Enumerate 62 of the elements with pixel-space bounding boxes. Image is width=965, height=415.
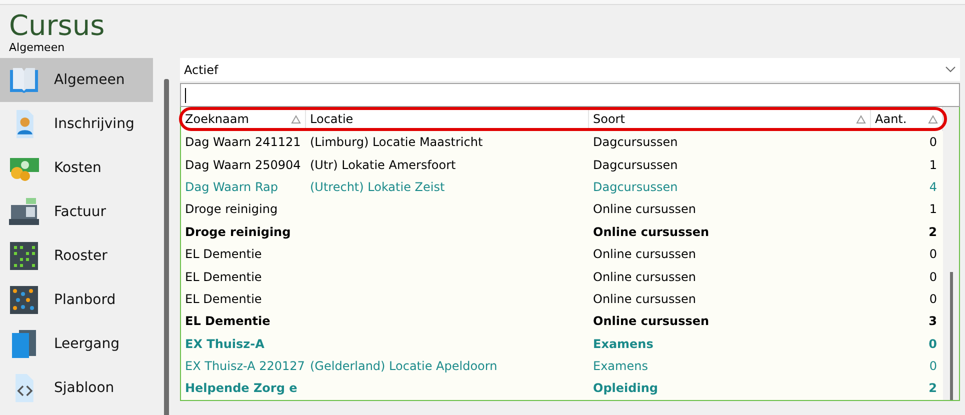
table-cell-text: EL Dementie <box>184 270 263 284</box>
table-cell-text: Dagcursussen <box>592 158 679 172</box>
table-cell-text: 0 <box>928 359 938 374</box>
table-cell-text: Online cursussen <box>592 292 698 306</box>
status-dropdown[interactable]: Actief <box>180 58 960 81</box>
sidebar-item[interactable]: Sjabloon <box>0 366 153 410</box>
table-cell-text: (Utrecht) Lokatie Zeist <box>309 180 446 194</box>
dot-grid-icon <box>8 241 40 271</box>
sidebar-item[interactable]: Rooster <box>0 234 153 278</box>
table-cell-text: EL Dementie <box>184 314 272 328</box>
table-cell-text: Droge reiniging <box>184 224 292 239</box>
table-cell-text: (Utr) Lokatie Amersfoort <box>309 158 457 172</box>
table-cell-text: (Gelderland) Locatie Apeldoorn <box>309 359 498 374</box>
table-cell-text: Dag Waarn 241121 <box>184 135 302 150</box>
table-cell-text: 3 <box>928 314 938 328</box>
table-cell-text: 0 <box>928 247 938 262</box>
table-cell-text: Examens <box>592 359 649 374</box>
scrollbar-thumb[interactable] <box>950 272 952 400</box>
table-cell-text: 1 <box>928 202 938 216</box>
table-cell-text: Dagcursussen <box>592 135 679 150</box>
column-header[interactable]: Zoeknaam <box>181 107 306 131</box>
table-cell-text: EL Dementie <box>184 247 263 262</box>
table-cell-text: Examens <box>592 336 654 351</box>
table-cell-text: Droge reiniging <box>184 202 279 216</box>
table-cell-text: EX Thuisz-A 220127 <box>184 359 306 374</box>
table-cell-text: 0 <box>928 270 938 284</box>
sidebar-item[interactable]: Factuur <box>0 190 153 234</box>
sidebar-item[interactable]: Algemeen <box>0 58 153 102</box>
table-cell-text: 0 <box>928 135 938 150</box>
sidebar-item[interactable]: Leergang <box>0 322 153 366</box>
sidebar-item[interactable]: Planbord <box>0 278 153 322</box>
table-cell-text: EL Dementie <box>184 292 263 306</box>
sidebar-item[interactable]: Kosten <box>0 146 153 190</box>
page-title: Cursus <box>8 11 106 41</box>
cash-register-icon <box>8 197 40 227</box>
table-cell-text: 4 <box>928 180 938 194</box>
table-cell-text: Helpende Zorg e <box>184 381 298 396</box>
table-cell-text: (Limburg) Locatie Maastricht <box>309 135 484 150</box>
table-cell-text: 2 <box>928 381 938 396</box>
table-cell-text: Online cursussen <box>592 247 698 262</box>
dot-board-icon <box>8 285 40 315</box>
sidebar-item[interactable]: Inschrijving <box>0 102 153 146</box>
column-header[interactable]: Soort <box>589 107 871 131</box>
table-cell-text: Opleiding <box>592 381 659 396</box>
chevron-down-icon <box>945 66 956 73</box>
table-cell-text: Online cursussen <box>592 224 710 239</box>
column-header[interactable]: Locatie <box>306 107 589 131</box>
table-cell-text: 0 <box>928 336 938 351</box>
table-cell-text: 1 <box>928 158 938 172</box>
table-cell-text: Dag Waarn 250904 <box>184 158 302 172</box>
table-cell-text: 0 <box>928 292 938 306</box>
table-cell-text: Online cursussen <box>592 270 698 284</box>
table-cell-text: EX Thuisz-A <box>184 336 266 351</box>
table-cell-text: Dag Waarn Rap <box>184 180 280 194</box>
page-subtitle: Algemeen <box>8 41 66 54</box>
table-cell-text: 2 <box>928 224 938 239</box>
scrollbar-thumb[interactable] <box>164 79 169 415</box>
table-cell-text: Online cursussen <box>592 314 710 328</box>
book-icon <box>8 65 40 95</box>
table-cell-text: Online cursussen <box>592 202 698 216</box>
table-cell-text: Dagcursussen <box>592 180 679 194</box>
search-field[interactable] <box>180 83 960 107</box>
